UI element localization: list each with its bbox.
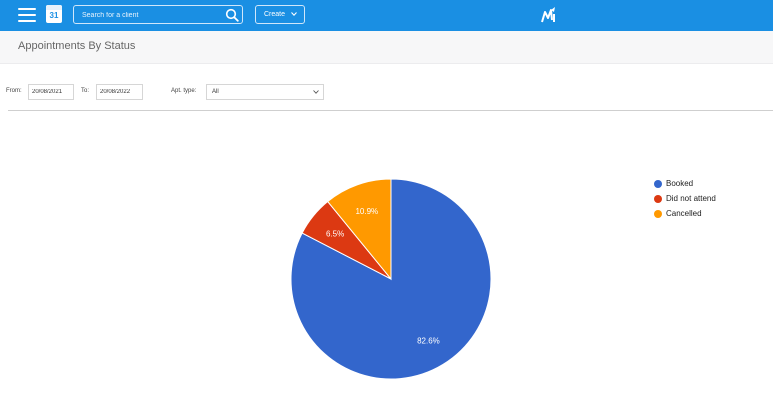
- legend-swatch: [654, 210, 662, 218]
- pie-slice-label: 10.9%: [355, 207, 378, 216]
- legend-swatch: [654, 180, 662, 188]
- legend-swatch: [654, 195, 662, 203]
- pie-slice-label: 6.5%: [326, 230, 344, 239]
- pie-slice-label: 82.6%: [417, 337, 440, 346]
